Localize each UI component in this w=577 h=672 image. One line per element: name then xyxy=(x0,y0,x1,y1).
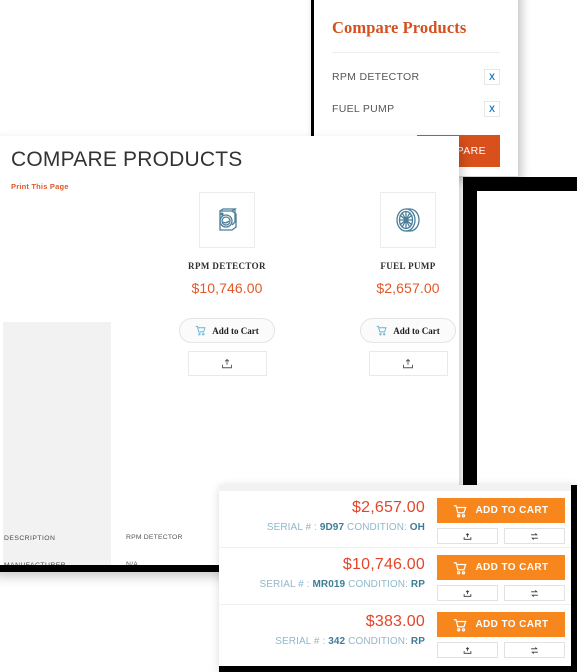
print-this-page-link[interactable]: Print This Page xyxy=(11,182,69,191)
cart-meta: SERIAL # : MR019 CONDITION: RP xyxy=(219,579,425,590)
add-to-cart-button[interactable]: ADD TO CART xyxy=(437,612,565,637)
cart-icon xyxy=(454,504,467,517)
mini-action-row xyxy=(437,528,565,544)
add-to-cart-label: Add to Cart xyxy=(212,325,259,336)
cart-price: $10,746.00 xyxy=(342,556,425,573)
cart-results-panel: $2,657.00 SERIAL # : 9D97 CONDITION: OH … xyxy=(219,485,577,672)
serial-label: SERIAL # : xyxy=(266,522,317,533)
add-to-cart-label: ADD TO CART xyxy=(475,619,549,630)
serial-value: MR019 xyxy=(312,579,346,590)
compare-popup-item: FUEL PUMP X xyxy=(332,93,500,125)
cart-meta: SERIAL # : 9D97 CONDITION: OH xyxy=(219,522,425,533)
cart-row: $10,746.00 SERIAL # : MR019 CONDITION: R… xyxy=(219,548,571,605)
cart-row: $383.00 SERIAL # : 342 CONDITION: RP ADD… xyxy=(219,605,571,662)
add-to-cart-label: ADD TO CART xyxy=(475,505,549,516)
attribute-label: MANUFACTURER xyxy=(4,561,67,569)
mini-action-row xyxy=(437,585,565,601)
add-to-list-button[interactable] xyxy=(437,585,498,601)
decorative-black-frame-inner xyxy=(477,191,577,510)
serial-label: SERIAL # : xyxy=(275,636,326,647)
add-to-cart-button[interactable]: ADD TO CART xyxy=(437,498,565,523)
compare-product-column: FUEL PUMP $2,657.00 Add to Cart xyxy=(333,192,459,376)
cart-row-info: $10,746.00 SERIAL # : MR019 CONDITION: R… xyxy=(219,548,432,590)
tray-upload-icon xyxy=(463,589,472,597)
compare-arrows-icon xyxy=(531,532,538,540)
compare-popup-item-label: FUEL PUMP xyxy=(332,103,395,115)
compare-arrows-icon xyxy=(531,646,538,654)
compare-product-column: RPM DETECTOR $10,746.00 Add to Cart xyxy=(152,192,302,376)
condition-value: RP xyxy=(410,579,425,590)
attribute-label: DESCRIPTION xyxy=(4,535,56,542)
compare-button[interactable] xyxy=(504,528,565,544)
add-to-cart-button[interactable]: ADD TO CART xyxy=(437,555,565,580)
cart-price: $383.00 xyxy=(365,613,425,630)
product-name: RPM DETECTOR xyxy=(188,261,266,271)
cart-icon xyxy=(195,325,206,336)
compare-popup-item: RPM DETECTOR X xyxy=(332,61,500,93)
tray-upload-icon xyxy=(222,358,232,368)
remove-item-icon[interactable]: X xyxy=(484,69,500,85)
tray-upload-icon xyxy=(463,646,472,654)
tray-upload-icon xyxy=(463,532,472,540)
add-to-cart-button[interactable]: Add to Cart xyxy=(360,318,456,343)
serial-value: 9D97 xyxy=(319,522,345,533)
product-name: FUEL PUMP xyxy=(380,261,436,271)
rpm-detector-thumbnail[interactable] xyxy=(199,192,255,248)
add-to-list-button[interactable] xyxy=(437,528,498,544)
add-to-cart-label: ADD TO CART xyxy=(475,562,549,573)
add-to-cart-label: Add to Cart xyxy=(393,325,440,336)
compare-popup-item-label: RPM DETECTOR xyxy=(332,71,420,83)
cart-meta: SERIAL # : 342 CONDITION: RP xyxy=(219,636,425,647)
condition-value: OH xyxy=(409,522,425,533)
cart-price: $2,657.00 xyxy=(352,499,425,516)
cart-row-actions: ADD TO CART xyxy=(437,612,565,658)
condition-label: CONDITION: xyxy=(348,579,409,590)
condition-label: CONDITION: xyxy=(348,636,409,647)
cart-icon xyxy=(454,618,467,631)
popup-divider xyxy=(332,52,500,53)
add-to-list-button[interactable] xyxy=(437,642,498,658)
add-to-list-button[interactable] xyxy=(187,351,267,376)
cart-row: $2,657.00 SERIAL # : 9D97 CONDITION: OH … xyxy=(219,491,571,548)
screenshot-stage: Compare Products RPM DETECTOR X FUEL PUM… xyxy=(0,0,577,672)
product-price: $10,746.00 xyxy=(191,280,263,296)
cart-icon xyxy=(376,325,387,336)
serial-value: 342 xyxy=(328,636,346,647)
condition-value: RP xyxy=(410,636,425,647)
compare-arrows-icon xyxy=(531,589,538,597)
attribute-value: RPM DETECTOR xyxy=(126,534,183,541)
tray-upload-icon xyxy=(403,358,413,368)
serial-label: SERIAL # : xyxy=(259,579,310,590)
compare-popup-title: Compare Products xyxy=(332,18,467,37)
mini-action-row xyxy=(437,642,565,658)
attribute-value: N/A xyxy=(126,560,138,568)
remove-item-icon[interactable]: X xyxy=(484,101,500,117)
compare-button[interactable] xyxy=(504,585,565,601)
add-to-cart-button[interactable]: Add to Cart xyxy=(179,318,275,343)
cart-row-info: $383.00 SERIAL # : 342 CONDITION: RP xyxy=(219,605,432,647)
cart-row-actions: ADD TO CART xyxy=(437,555,565,601)
cart-row-actions: ADD TO CART xyxy=(437,498,565,544)
fuel-pump-thumbnail[interactable] xyxy=(380,192,436,248)
cart-row-info: $2,657.00 SERIAL # : 9D97 CONDITION: OH xyxy=(219,491,432,533)
product-price: $2,657.00 xyxy=(376,280,440,296)
page-title: COMPARE PRODUCTS xyxy=(11,148,243,171)
cart-icon xyxy=(454,561,467,574)
add-to-list-button[interactable] xyxy=(368,351,448,376)
compare-button[interactable] xyxy=(504,642,565,658)
condition-label: CONDITION: xyxy=(347,522,407,533)
